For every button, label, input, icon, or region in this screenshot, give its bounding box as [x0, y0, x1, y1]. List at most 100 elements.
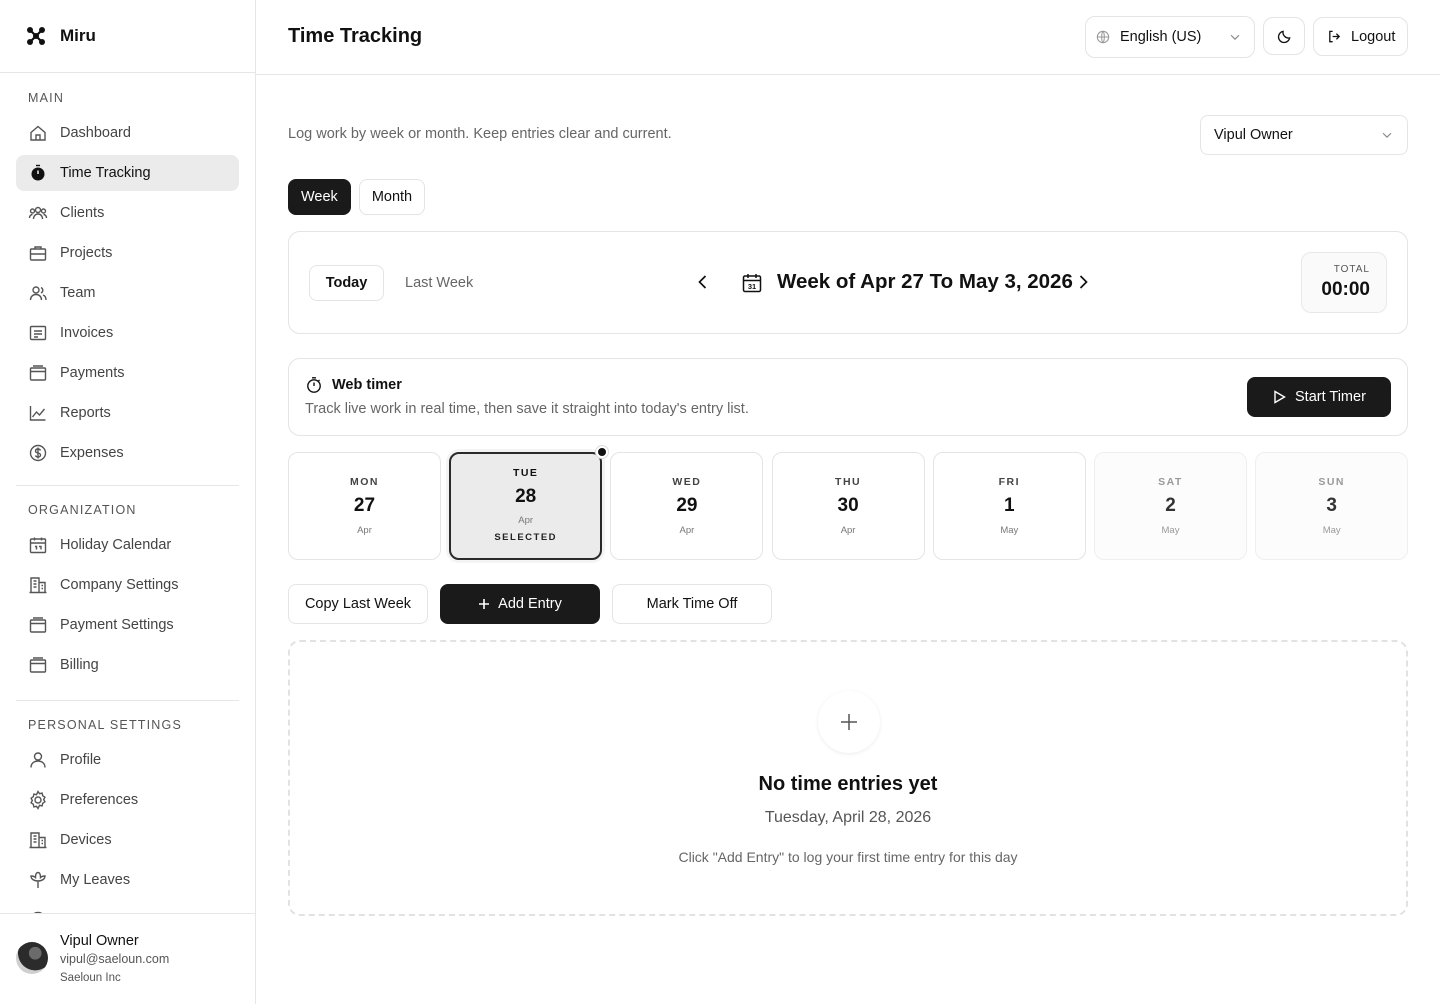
- sidebar-item-label: Invoices: [60, 325, 114, 341]
- sidebar: Miru MAIN Dashboard Time Tracking Clients P…: [0, 0, 256, 1004]
- sidebar-item-label: Expenses: [60, 445, 124, 461]
- sidebar-item-label: Company Settings: [60, 577, 179, 593]
- day-number: 29: [676, 495, 698, 516]
- brand[interactable]: Miru: [0, 0, 255, 73]
- sidebar-item-label: Dashboard: [60, 125, 131, 141]
- last-week-button[interactable]: Last Week: [405, 265, 473, 301]
- miru-logo-icon: [27, 27, 45, 45]
- web-timer-card: Web timer Track live work in real time, …: [288, 358, 1408, 436]
- tab-month[interactable]: Month: [358, 179, 426, 215]
- chevron-down-icon: [1382, 132, 1392, 139]
- sidebar-item-company-settings[interactable]: Company Settings: [16, 567, 239, 603]
- total-value: 00:00: [1321, 279, 1370, 300]
- mark-time-off-label: Mark Time Off: [646, 596, 738, 612]
- sidebar-item-dashboard[interactable]: Dashboard: [16, 115, 239, 151]
- sidebar-item-label: Payments: [60, 365, 125, 381]
- empty-date: Tuesday, April 28, 2026: [764, 809, 932, 826]
- chevron-down-icon: [1230, 34, 1240, 41]
- view-tabs: Week Month: [288, 179, 426, 215]
- sidebar-item-label: Holiday Calendar: [60, 537, 172, 553]
- user-name: Vipul Owner: [60, 933, 139, 949]
- day-month: May: [1161, 525, 1180, 536]
- section-label-organization: ORGANIZATION: [28, 503, 137, 517]
- app-name: Miru: [60, 26, 96, 45]
- sidebar-item-label: Team: [60, 285, 96, 301]
- top-header: Time Tracking English (US) Logout: [256, 0, 1440, 75]
- sidebar-item-time-tracking[interactable]: Time Tracking: [16, 155, 239, 191]
- sidebar-item-expenses[interactable]: Expenses: [16, 435, 239, 471]
- section-label-main: MAIN: [28, 91, 65, 105]
- stopwatch-icon: [31, 164, 45, 181]
- sidebar-item-billing[interactable]: Billing: [16, 647, 239, 683]
- sidebar-item-payment-settings[interactable]: Payment Settings: [16, 607, 239, 643]
- calendar-icon: 31: [742, 274, 762, 293]
- day-number: 3: [1326, 495, 1337, 516]
- sidebar-item-projects[interactable]: Projects: [16, 235, 239, 271]
- plus-icon: [841, 714, 857, 730]
- sidebar-item-label: Devices: [60, 832, 112, 848]
- sidebar-item-preferences[interactable]: Preferences: [16, 782, 239, 818]
- start-timer-button[interactable]: Start Timer: [1247, 377, 1391, 417]
- mark-time-off-button[interactable]: Mark Time Off: [612, 584, 772, 624]
- user-email: vipul@saeloun.com: [60, 952, 170, 966]
- sidebar-item-label: Payment Settings: [60, 617, 174, 633]
- sidebar-item-my-leaves[interactable]: My Leaves: [16, 862, 239, 898]
- day-card-mon[interactable]: MON 27 Apr: [288, 452, 441, 560]
- page-intro: Log work by week or month. Keep entries …: [288, 126, 672, 142]
- add-entry-circle-button[interactable]: [818, 691, 880, 753]
- sidebar-item-clients[interactable]: Clients: [16, 195, 239, 231]
- logout-button[interactable]: Logout: [1313, 17, 1408, 56]
- user-icon: [30, 752, 46, 768]
- user-org: Saeloun Inc: [60, 972, 121, 984]
- day-card-sun[interactable]: SUN 3 May: [1255, 452, 1409, 560]
- sidebar-item-reports[interactable]: Reports: [16, 395, 239, 431]
- sidebar-item-devices[interactable]: Devices: [16, 822, 239, 858]
- day-month: Apr: [679, 525, 695, 536]
- start-timer-label: Start Timer: [1295, 389, 1366, 405]
- sidebar-item-invoices[interactable]: Invoices: [16, 315, 239, 351]
- day-of-week: TUE: [512, 467, 539, 479]
- building-icon: [29, 577, 47, 594]
- user-select[interactable]: Vipul Owner: [1200, 115, 1408, 155]
- chart-icon: [29, 406, 46, 421]
- day-card-wed[interactable]: WED 29 Apr: [610, 452, 764, 560]
- theme-toggle-button[interactable]: [1263, 17, 1305, 55]
- day-number: 28: [515, 486, 537, 507]
- day-card-tue[interactable]: TUE 28 Apr SELECTED: [449, 452, 603, 560]
- dollar-icon: [29, 444, 47, 462]
- language-label: English (US): [1120, 29, 1202, 45]
- day-card-thu[interactable]: THU 30 Apr: [771, 452, 925, 560]
- sidebar-item-bank-tax-info[interactable]: Bank & Tax Info: [16, 902, 239, 913]
- day-card-sat[interactable]: SAT 2 May: [1094, 452, 1247, 560]
- day-of-week: WED: [672, 476, 702, 488]
- sidebar-item-team[interactable]: Team: [16, 275, 239, 311]
- copy-last-week-label: Copy Last Week: [304, 596, 412, 612]
- timer-title: Web timer: [332, 377, 402, 393]
- empty-hint: Click "Add Entry" to log your first time…: [678, 849, 1018, 865]
- main-content: Log work by week or month. Keep entries …: [256, 75, 1440, 1004]
- plus-icon: [479, 599, 490, 609]
- sidebar-item-payments[interactable]: Payments: [16, 355, 239, 391]
- empty-title: No time entries yet: [758, 773, 938, 795]
- add-entry-button[interactable]: Add Entry: [440, 584, 600, 624]
- chevron-left-icon[interactable]: [693, 272, 713, 292]
- user-card[interactable]: Vipul Owner vipul@saeloun.com Saeloun In…: [0, 913, 255, 1004]
- day-of-week: THU: [835, 476, 862, 488]
- copy-last-week-button[interactable]: Copy Last Week: [288, 584, 428, 624]
- day-card-fri[interactable]: FRI 1 May: [932, 452, 1086, 560]
- day-number: 27: [353, 495, 376, 516]
- chevron-right-icon[interactable]: [1073, 272, 1093, 292]
- sidebar-item-label: Profile: [60, 752, 102, 768]
- users-icon: [28, 206, 48, 220]
- gear-icon: [30, 790, 46, 810]
- day-month: May: [1322, 525, 1341, 536]
- today-button[interactable]: Today: [309, 265, 384, 301]
- sidebar-item-profile[interactable]: Profile: [16, 742, 239, 778]
- sidebar-nav[interactable]: MAIN Dashboard Time Tracking Clients Projec…: [0, 73, 255, 913]
- sidebar-item-label: Projects: [60, 245, 113, 261]
- wallet-icon: [29, 365, 47, 381]
- tab-week[interactable]: Week: [288, 179, 351, 215]
- section-label-personal: PERSONAL SETTINGS: [28, 718, 182, 732]
- sidebar-item-holiday-calendar[interactable]: Holiday Calendar: [16, 527, 239, 563]
- language-select[interactable]: English (US): [1085, 16, 1255, 58]
